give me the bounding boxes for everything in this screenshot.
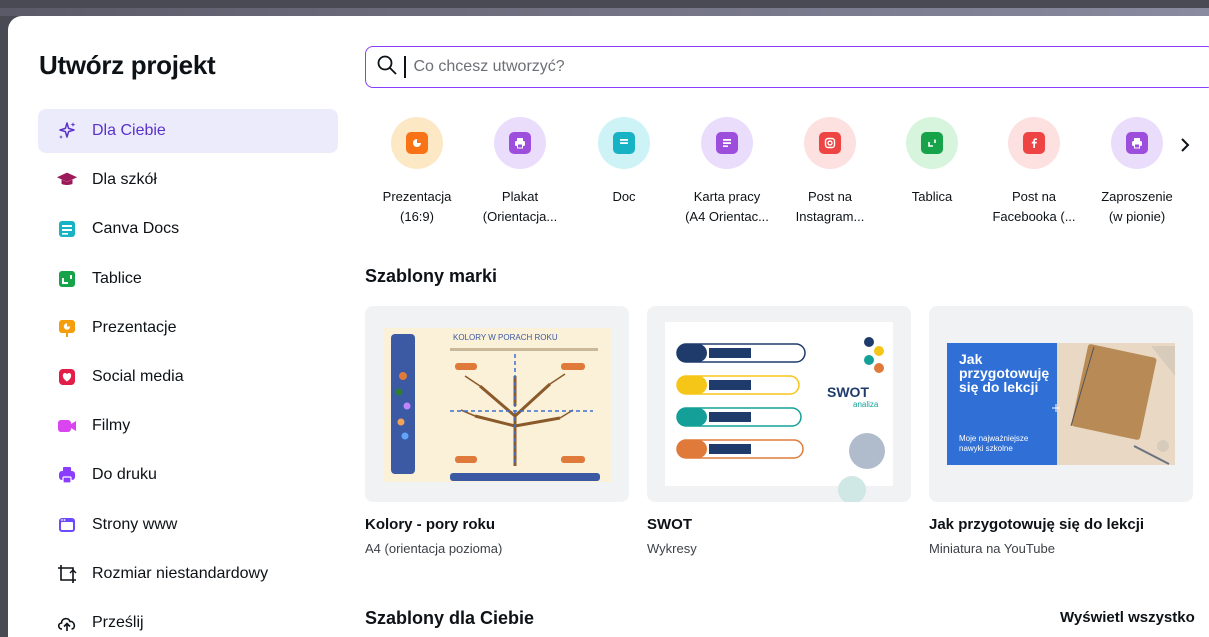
thumbnail-heading: SWOT [827, 384, 869, 400]
category-plakat[interactable]: Plakat (Orientacja... [465, 117, 575, 227]
category-icon-circle [1008, 117, 1060, 169]
category-icon-circle [391, 117, 443, 169]
sidebar-item-label: Filmy [92, 417, 131, 435]
category-post-instagram[interactable]: Post na Instagram... [775, 117, 885, 227]
sidebar-item-canva-docs[interactable]: Canva Docs [38, 207, 338, 251]
docs-icon [613, 132, 635, 154]
printer-icon [509, 132, 531, 154]
sidebar-item-dla-szkol[interactable]: Dla szkół [38, 158, 338, 202]
sidebar-item-label: Do druku [92, 466, 157, 484]
instagram-icon [819, 132, 841, 154]
text-caret [404, 56, 406, 78]
upload-cloud-icon [56, 612, 78, 634]
printer-icon [1126, 132, 1148, 154]
facebook-icon [1023, 132, 1045, 154]
sparkle-icon [56, 120, 78, 142]
category-icon-circle [598, 117, 650, 169]
category-doc[interactable]: Doc [569, 117, 679, 207]
category-icon-circle [804, 117, 856, 169]
sidebar-item-przeslij[interactable]: Prześlij [38, 601, 338, 637]
document-icon [716, 132, 738, 154]
sidebar-item-tablice[interactable]: Tablice [38, 257, 338, 301]
template-title: SWOT [647, 516, 692, 533]
thumbnail-subheading: Moje najważniejsze nawyki szkolne [959, 434, 1029, 453]
category-row: Prezentacja (16:9) Plakat (Orientacja... D… [365, 117, 1195, 247]
graduation-cap-icon [56, 169, 78, 191]
sidebar-item-filmy[interactable]: Filmy [38, 404, 338, 448]
section-title-for-you: Szablony dla Ciebie [365, 608, 535, 628]
sidebar-item-label: Rozmiar niestandardowy [92, 564, 269, 582]
template-subtitle: A4 (orientacja pozioma) [365, 541, 503, 556]
search-icon [376, 54, 398, 81]
category-post-facebook[interactable]: Post na Facebooka (... [979, 117, 1089, 227]
window-edge [0, 8, 1209, 16]
thumbnail-heading: KOLORY W PORACH ROKU [453, 333, 558, 342]
template-thumbnail: KOLORY W PORACH ROKU [365, 306, 629, 502]
category-prezentacja[interactable]: Prezentacja (16:9) [362, 117, 472, 227]
custom-size-icon [56, 563, 78, 585]
category-karta-pracy[interactable]: Karta pracy (A4 Orientac... [672, 117, 782, 227]
whiteboard-icon [921, 132, 943, 154]
sidebar-item-label: Social media [92, 367, 184, 385]
sidebar-nav: Dla Ciebie Dla szkół Canva Docs Tablice … [38, 109, 338, 637]
whiteboard-icon [56, 268, 78, 290]
docs-icon [56, 218, 78, 240]
video-icon [56, 415, 78, 437]
template-subtitle: Miniatura na YouTube [929, 541, 1056, 556]
view-all-link[interactable]: Wyświetl wszystko [1060, 609, 1195, 626]
category-icon-circle [494, 117, 546, 169]
category-label: Post na Instagram... [795, 189, 865, 224]
category-icon-circle [1111, 117, 1163, 169]
template-thumbnail: Jak przygotowuję się do lekcji Moje najw… [929, 306, 1193, 502]
category-zaproszenie[interactable]: Zaproszenie (w pionie) [1082, 117, 1192, 227]
website-icon [56, 514, 78, 536]
sidebar-item-label: Prezentacje [92, 318, 177, 336]
template-title: Jak przygotowuję się do lekcji [929, 516, 1145, 533]
sidebar-item-label: Prześlij [92, 613, 144, 631]
template-thumbnail: SWOT analiza [647, 306, 911, 502]
category-label: Zaproszenie (w pionie) [1101, 189, 1173, 224]
scroll-right-chevron-icon[interactable] [1178, 134, 1192, 160]
panel-title: Utwórz projekt [39, 50, 216, 80]
presentation-icon [56, 317, 78, 339]
template-subtitle: Wykresy [647, 541, 697, 556]
template-card-swot[interactable]: SWOT analiza SWOT Wykresy [647, 306, 911, 556]
category-icon-circle [701, 117, 753, 169]
sidebar-item-label: Canva Docs [92, 220, 180, 238]
sidebar-item-social-media[interactable]: Social media [38, 355, 338, 399]
category-label: Post na Facebooka (... [992, 189, 1076, 224]
category-label: Plakat (Orientacja... [482, 189, 558, 224]
search-box[interactable] [365, 46, 1209, 88]
sidebar-item-label: Dla Ciebie [92, 122, 166, 139]
category-label: Prezentacja (16:9) [382, 189, 452, 224]
template-title: Kolory - pory roku [365, 516, 496, 533]
template-card-jak-przygotowuje[interactable]: Jak przygotowuję się do lekcji Moje najw… [929, 306, 1193, 556]
category-tablica[interactable]: Tablica [877, 117, 987, 207]
sidebar-item-rozmiar-niestandardowy[interactable]: Rozmiar niestandardowy [38, 552, 338, 596]
thumbnail-subheading: analiza [853, 400, 879, 409]
section-title-brand-templates: Szablony marki [365, 266, 498, 286]
thumbnail-heading: Jak przygotowuję się do lekcji [959, 351, 1050, 395]
heart-icon [56, 366, 78, 388]
category-label: Karta pracy (A4 Orientac... [685, 189, 769, 224]
template-card-kolory[interactable]: KOLORY W PORACH ROKU Kolory - pory roku … [365, 306, 629, 556]
sidebar-item-prezentacje[interactable]: Prezentacje [38, 306, 338, 350]
category-label: Tablica [911, 189, 953, 204]
sidebar-item-dla-ciebie[interactable]: Dla Ciebie [38, 109, 338, 153]
sidebar-item-strony-www[interactable]: Strony www [38, 503, 338, 547]
sidebar-item-label: Tablice [92, 269, 142, 287]
create-design-panel: Utwórz projekt Dla Ciebie Dla szkół Canv… [8, 16, 1209, 637]
category-icon-circle [906, 117, 958, 169]
printer-icon [56, 464, 78, 486]
presentation-icon [406, 132, 428, 154]
sidebar-item-label: Strony www [92, 515, 178, 533]
sidebar-item-label: Dla szkół [92, 171, 157, 189]
category-label: Doc [612, 189, 636, 204]
sidebar-item-do-druku[interactable]: Do druku [38, 453, 338, 497]
search-input[interactable] [411, 51, 1176, 83]
